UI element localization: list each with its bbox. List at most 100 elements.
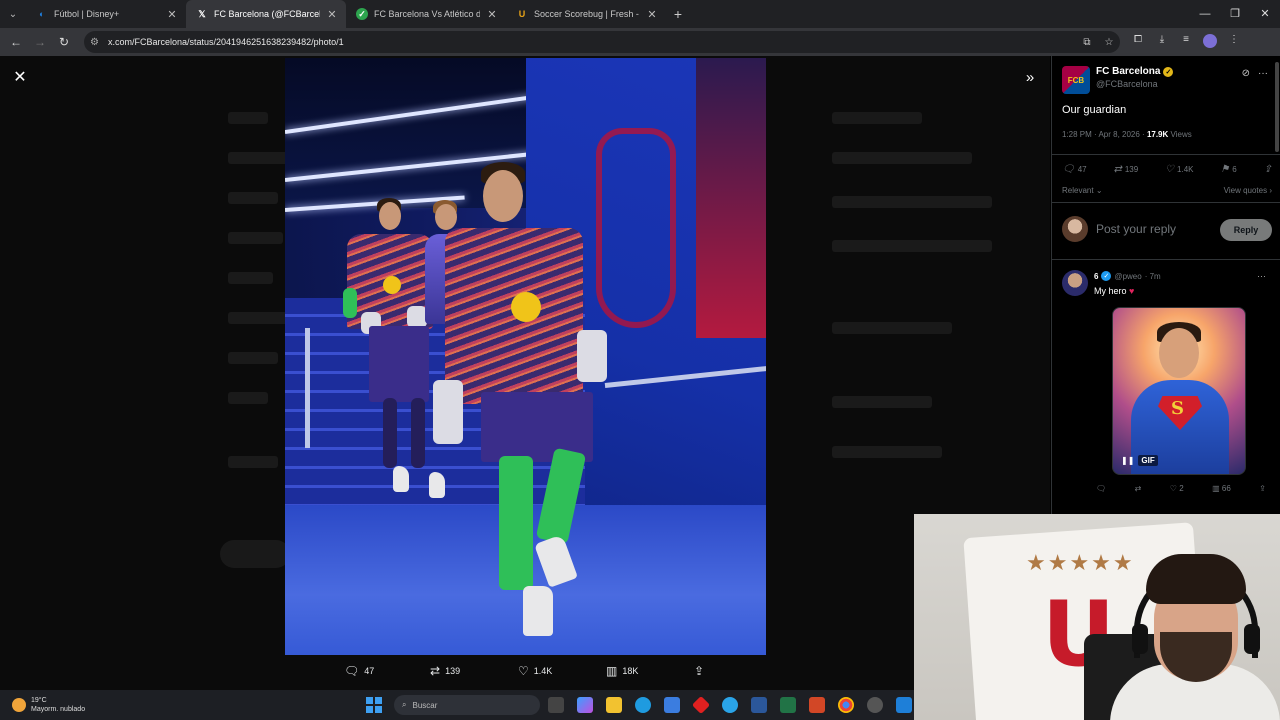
view-quotes-link[interactable]: View quotes › bbox=[1224, 186, 1272, 195]
extensions-icon[interactable]: ⧠ bbox=[1126, 34, 1150, 51]
app-icon[interactable] bbox=[722, 697, 738, 713]
store-icon[interactable] bbox=[664, 697, 680, 713]
tab-search-chevron-icon[interactable]: ⌄ bbox=[0, 0, 26, 28]
tweet-time[interactable]: 1:28 PM · Apr 8, 2026 · bbox=[1062, 130, 1147, 139]
author-name[interactable]: FC Barcelona bbox=[1096, 66, 1160, 77]
more-options-icon[interactable]: ··· bbox=[1257, 271, 1266, 281]
weather-widget[interactable]: 19°C Mayorm. nublado bbox=[12, 696, 85, 714]
site-info-icon[interactable]: ⚙ bbox=[90, 37, 104, 48]
repost-icon: ⇄ bbox=[1134, 484, 1142, 493]
windows-start-icon[interactable] bbox=[366, 697, 382, 713]
reply-bubble-icon: 🗨 bbox=[1096, 484, 1107, 493]
settings-gear-icon[interactable] bbox=[867, 697, 883, 713]
edge-browser-icon[interactable] bbox=[635, 697, 651, 713]
photo-viewer: ✕ » 🗨 47 ⇄ 139 ♡ 1.4K ▥ 18K ⇪ bbox=[0, 56, 1050, 690]
reload-icon[interactable]: ↻ bbox=[52, 35, 76, 49]
bookmark-star-icon[interactable]: ☆ bbox=[1098, 37, 1120, 48]
windows-taskbar: 19°C Mayorm. nublado ⌕ Buscar bbox=[0, 690, 914, 720]
expand-panel-chevron-icon[interactable]: » bbox=[1020, 68, 1040, 88]
trophy-banner-graphic bbox=[696, 58, 766, 338]
tweet-photo[interactable] bbox=[285, 58, 766, 655]
bookmark-icon: ⚑ bbox=[1220, 164, 1230, 175]
url-text[interactable]: x.com/FCBarcelona/status/204194625163823… bbox=[108, 37, 1076, 47]
repost-stat[interactable]: ⇄ bbox=[1135, 484, 1142, 493]
tab-title: FC Barcelona Vs Atlético de Ma bbox=[374, 9, 480, 19]
back-arrow-icon[interactable]: ← bbox=[4, 35, 28, 49]
reply-author-name[interactable]: 6 bbox=[1094, 272, 1098, 281]
maximize-icon[interactable]: ❐ bbox=[1220, 0, 1250, 28]
grok-icon[interactable]: ⊘ bbox=[1242, 68, 1250, 79]
tab-disney[interactable]: ◐ Fútbol | Disney+ ✕ bbox=[26, 0, 186, 28]
author-avatar[interactable]: FCB bbox=[1062, 66, 1090, 94]
kebab-menu-icon[interactable]: ⋮ bbox=[1222, 34, 1246, 51]
share-stat[interactable]: ⇪ bbox=[1259, 484, 1266, 493]
task-view-icon[interactable] bbox=[548, 697, 564, 713]
install-app-icon[interactable]: ⧉ bbox=[1076, 37, 1098, 48]
pause-icon[interactable]: ❚❚ bbox=[1121, 456, 1134, 465]
file-explorer-icon[interactable] bbox=[606, 697, 622, 713]
repost-icon: ⇄ bbox=[430, 664, 441, 678]
views-chart-icon: ▥ bbox=[606, 664, 618, 678]
like-stat[interactable]: ♡ 1.4K bbox=[1165, 164, 1193, 175]
tab-close-icon[interactable]: ✕ bbox=[646, 8, 658, 21]
views-chart-icon: ▥ bbox=[1212, 484, 1220, 493]
heart-icon: ♡ bbox=[1169, 484, 1177, 493]
forward-arrow-icon[interactable]: → bbox=[28, 35, 52, 49]
close-viewer-icon[interactable]: ✕ bbox=[10, 68, 30, 88]
jersey-stars: ★★★★★ bbox=[1026, 550, 1135, 575]
profile-avatar[interactable] bbox=[1198, 33, 1222, 51]
views-count: 18K bbox=[622, 666, 639, 676]
tab-close-icon[interactable]: ✕ bbox=[486, 8, 498, 21]
address-bar[interactable]: ⚙ x.com/FCBarcelona/status/2041946251638… bbox=[84, 31, 1120, 53]
copilot-icon[interactable] bbox=[577, 697, 593, 713]
word-icon[interactable] bbox=[751, 697, 767, 713]
browser-tabbar: ⌄ ◐ Fútbol | Disney+ ✕ 𝕏 FC Barcelona (@… bbox=[0, 0, 1280, 28]
reply-button[interactable]: Reply bbox=[1220, 219, 1272, 241]
red-heart-emoji-icon: ♥ bbox=[1129, 286, 1135, 296]
taskbar-search-placeholder: Buscar bbox=[412, 700, 438, 710]
download-icon[interactable]: ⤓ bbox=[1150, 34, 1174, 51]
like-action[interactable]: ♡ 1.4K bbox=[518, 664, 552, 678]
reply-author-avatar[interactable] bbox=[1062, 270, 1088, 296]
reply-stat[interactable]: 🗨 bbox=[1096, 484, 1106, 493]
author-handle[interactable]: @FCBarcelona bbox=[1096, 79, 1173, 89]
views-stat[interactable]: ▥ 66 bbox=[1212, 484, 1231, 493]
tweet-author[interactable]: FCB FC Barcelona ✓ @FCBarcelona bbox=[1062, 66, 1174, 94]
share-icon: ⇪ bbox=[1259, 484, 1266, 493]
author-tools: ⊘ ··· bbox=[1242, 68, 1268, 79]
views-action[interactable]: ▥ 18K bbox=[606, 664, 638, 678]
repost-stat[interactable]: ⇄ 139 bbox=[1113, 164, 1138, 175]
sort-dropdown[interactable]: Relevant ⌄ bbox=[1062, 186, 1103, 195]
reply-input[interactable]: Post your reply bbox=[1096, 222, 1176, 236]
reading-list-icon[interactable]: ≡ bbox=[1174, 34, 1198, 51]
tab-close-icon[interactable]: ✕ bbox=[326, 8, 338, 21]
reply-action[interactable]: 🗨 47 bbox=[344, 664, 374, 678]
reply-bubble-icon: 🗨 bbox=[344, 664, 360, 678]
new-tab-plus-icon[interactable]: + bbox=[666, 6, 690, 22]
tab-fcb-vs-atletico[interactable]: ✓ FC Barcelona Vs Atlético de Ma ✕ bbox=[346, 0, 506, 28]
current-user-avatar[interactable] bbox=[1062, 216, 1088, 242]
more-options-icon[interactable]: ··· bbox=[1258, 68, 1268, 79]
pinned-app-icon[interactable] bbox=[896, 697, 912, 713]
tab-close-icon[interactable]: ✕ bbox=[166, 8, 178, 21]
chrome-icon[interactable] bbox=[838, 697, 854, 713]
repost-action[interactable]: ⇄ 139 bbox=[430, 664, 460, 678]
tab-fcbarcelona-x[interactable]: 𝕏 FC Barcelona (@FCBarcelona) / ✕ bbox=[186, 0, 346, 28]
reply-stat[interactable]: 🗨 47 bbox=[1062, 164, 1087, 175]
tab-soccer-scorebug[interactable]: U Soccer Scorebug | Fresh - overli ✕ bbox=[506, 0, 666, 28]
share-stat[interactable]: ⇪ bbox=[1264, 164, 1272, 175]
like-stat[interactable]: ♡ 2 bbox=[1170, 484, 1184, 493]
excel-icon[interactable] bbox=[780, 697, 796, 713]
reply-time[interactable]: · 7m bbox=[1145, 272, 1161, 281]
share-action[interactable]: ⇪ bbox=[694, 664, 704, 678]
reply-stats: 🗨 ⇄ ♡ 2 ▥ 66 ⇪ bbox=[1096, 484, 1266, 493]
reply-author-handle[interactable]: @pweo bbox=[1114, 272, 1141, 281]
bookmark-stat[interactable]: ⚑ 6 bbox=[1220, 164, 1236, 175]
panel-scrollbar[interactable] bbox=[1275, 62, 1279, 152]
powerpoint-icon[interactable] bbox=[809, 697, 825, 713]
window-close-icon[interactable]: ✕ bbox=[1250, 0, 1280, 28]
reply-gif[interactable]: S ❚❚ GIF bbox=[1112, 307, 1246, 475]
taskbar-search[interactable]: ⌕ Buscar bbox=[394, 695, 540, 715]
minimize-icon[interactable]: — bbox=[1190, 0, 1220, 28]
red-app-icon[interactable] bbox=[691, 695, 711, 715]
